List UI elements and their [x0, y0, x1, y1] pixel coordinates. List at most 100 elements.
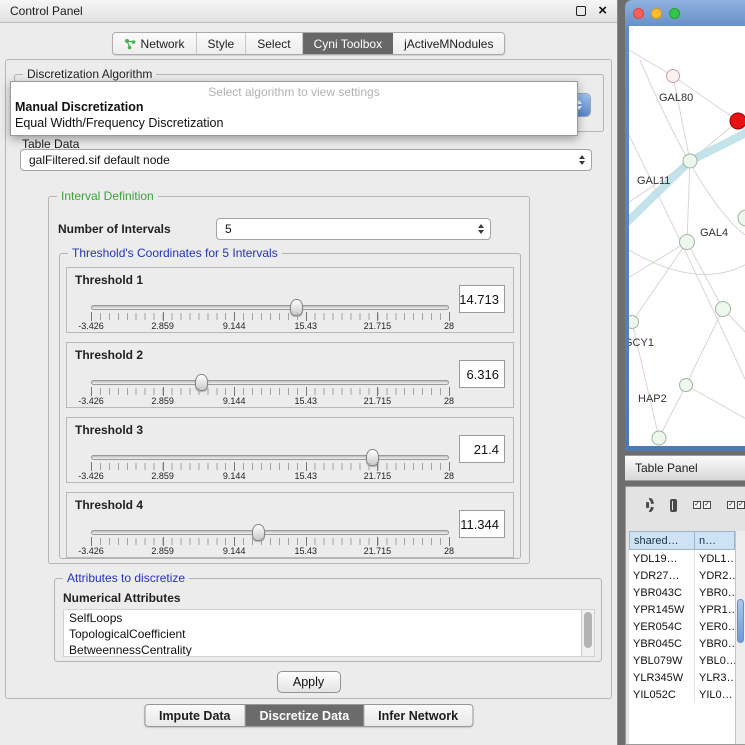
cell-name: YDR2… — [695, 567, 735, 584]
tab-jactivemnodules[interactable]: jActiveMNodules — [393, 33, 504, 54]
cell-shared-name: YLR345W — [629, 669, 695, 686]
table-row[interactable]: YBR043CYBR0… — [629, 584, 735, 601]
tab-style[interactable]: Style — [197, 33, 247, 54]
threshold-label: Threshold 2 — [75, 348, 143, 362]
slider-tick-label: 28 — [444, 471, 454, 481]
slider-tick-label: -3.426 — [78, 321, 104, 331]
slider-tick-labels: -3.4262.8599.14415.4321.71528 — [91, 321, 449, 331]
select-columns-icon[interactable]: ✓✓ — [693, 501, 711, 509]
network-canvas[interactable]: GAL80 GAL11 GAL4 GCY1 HAP2 — [629, 26, 745, 446]
slider-tick-label: 9.144 — [223, 471, 246, 481]
threshold-value-field[interactable]: 11.344 — [459, 510, 505, 538]
columns-icon[interactable] — [670, 499, 677, 512]
tab-discretize-data[interactable]: Discretize Data — [246, 705, 365, 726]
node[interactable] — [652, 431, 666, 445]
threshold-panel: Threshold 1 -3.4262.8599.14415.4321.7152… — [66, 267, 514, 333]
cell-shared-name: YPR145W — [629, 601, 695, 618]
scrollbar-thumb[interactable] — [737, 599, 744, 643]
tab-select[interactable]: Select — [246, 33, 302, 54]
slider-major-tick — [163, 312, 164, 321]
combo-stepper-icon — [478, 224, 484, 234]
tab-impute-data[interactable]: Impute Data — [145, 705, 246, 726]
node[interactable] — [683, 154, 697, 168]
column-header-name[interactable]: n… — [695, 531, 735, 550]
slider-major-tick — [234, 387, 235, 396]
table-row[interactable]: YDL19…YDL1… — [629, 550, 735, 567]
numerical-attributes-label: Numerical Attributes — [63, 591, 181, 605]
cell-shared-name: YER054C — [629, 618, 695, 635]
close-icon[interactable]: × — [598, 6, 607, 16]
cell-name: YER0… — [695, 618, 735, 635]
slider-track[interactable] — [91, 305, 449, 310]
slider-major-tick — [377, 312, 378, 321]
scrollbar-thumb[interactable] — [584, 612, 592, 648]
slider-tick-label: 2.859 — [151, 321, 174, 331]
numerical-attribute-item[interactable]: BetweennessCentrality — [64, 642, 594, 657]
table-row[interactable]: YBR045CYBR0… — [629, 635, 735, 652]
tab-infer-network[interactable]: Infer Network — [364, 705, 472, 726]
tab-label: Network — [141, 37, 185, 51]
dropdown-option-manual-discretization[interactable]: Manual Discretization — [11, 99, 577, 115]
table-body: YDL19…YDL1…YDR27…YDR2…YBR043CYBR0…YPR145… — [629, 550, 735, 703]
column-header-shared-name[interactable]: shared… — [629, 531, 695, 550]
table-data-select[interactable]: galFiltered.sif default node — [20, 149, 592, 171]
filter-columns-icon[interactable]: ✓✓ — [727, 501, 745, 509]
slider-tick-label: 21.715 — [364, 321, 392, 331]
node[interactable] — [680, 235, 695, 250]
slider-tick-label: 15.43 — [295, 471, 318, 481]
table-data-value: galFiltered.sif default node — [29, 153, 170, 167]
slider-major-tick — [449, 537, 450, 546]
tab-cyni-toolbox[interactable]: Cyni Toolbox — [303, 33, 393, 54]
dropdown-option-equal-width-frequency[interactable]: Equal Width/Frequency Discretization — [11, 115, 577, 131]
gear-icon[interactable] — [646, 498, 654, 512]
table-row[interactable]: YLR345WYLR3… — [629, 669, 735, 686]
node[interactable] — [716, 302, 731, 317]
num-intervals-select[interactable]: 5 — [216, 218, 491, 240]
slider-tick-label: 9.144 — [223, 546, 246, 556]
cell-name: YBR0… — [695, 635, 735, 652]
node-label: GAL4 — [700, 227, 728, 239]
slider-major-tick — [234, 537, 235, 546]
network-tab-icon — [124, 38, 136, 50]
apply-button[interactable]: Apply — [277, 671, 341, 693]
table-row[interactable]: YBL079WYBL0… — [629, 652, 735, 669]
table-row[interactable]: YDR27…YDR2… — [629, 567, 735, 584]
numerical-attribute-item[interactable]: SelfLoops — [64, 610, 594, 626]
slider-tick-marks — [91, 538, 449, 545]
table-row[interactable]: YIL052CYIL0… — [629, 686, 735, 703]
slider-tick-label: 21.715 — [364, 546, 392, 556]
minimize-traffic-light-icon[interactable] — [651, 8, 662, 19]
zoom-traffic-light-icon[interactable] — [669, 8, 680, 19]
table-row[interactable]: YPR145WYPR1… — [629, 601, 735, 618]
slider-tick-marks — [91, 463, 449, 470]
slider-track[interactable] — [91, 455, 449, 460]
table-scrollbar[interactable] — [735, 531, 745, 744]
threshold-value-field[interactable]: 21.4 — [459, 435, 505, 463]
thresholds-group: Threshold's Coordinates for 5 Intervals … — [59, 253, 521, 559]
bottom-tabbar: Impute Data Discretize Data Infer Networ… — [144, 704, 473, 727]
control-panel-titlebar: Control Panel × — [0, 0, 617, 23]
selected-node[interactable] — [730, 113, 745, 129]
close-traffic-light-icon[interactable] — [633, 8, 644, 19]
node[interactable] — [680, 379, 693, 392]
slider-track[interactable] — [91, 380, 449, 385]
table-row[interactable]: YER054CYER0… — [629, 618, 735, 635]
tab-network[interactable]: Network — [113, 33, 197, 54]
slider-major-tick — [91, 462, 92, 471]
slider-tick-marks — [91, 388, 449, 395]
slider-track[interactable] — [91, 530, 449, 535]
threshold-value-field[interactable]: 6.316 — [459, 360, 505, 388]
slider-tick-label: 15.43 — [295, 321, 318, 331]
node[interactable] — [738, 210, 745, 226]
node[interactable] — [629, 316, 639, 329]
list-scrollbar[interactable] — [581, 610, 594, 656]
cell-name: YLR3… — [695, 669, 735, 686]
slider-major-tick — [91, 312, 92, 321]
node[interactable] — [667, 70, 680, 83]
threshold-label: Threshold 4 — [75, 498, 143, 512]
numerical-attributes-list[interactable]: SelfLoopsTopologicalCoefficientBetweenne… — [63, 609, 595, 657]
float-window-icon[interactable] — [576, 6, 586, 16]
numerical-attribute-item[interactable]: TopologicalCoefficient — [64, 626, 594, 642]
threshold-value-field[interactable]: 14.713 — [459, 285, 505, 313]
slider-tick-label: 2.859 — [151, 546, 174, 556]
